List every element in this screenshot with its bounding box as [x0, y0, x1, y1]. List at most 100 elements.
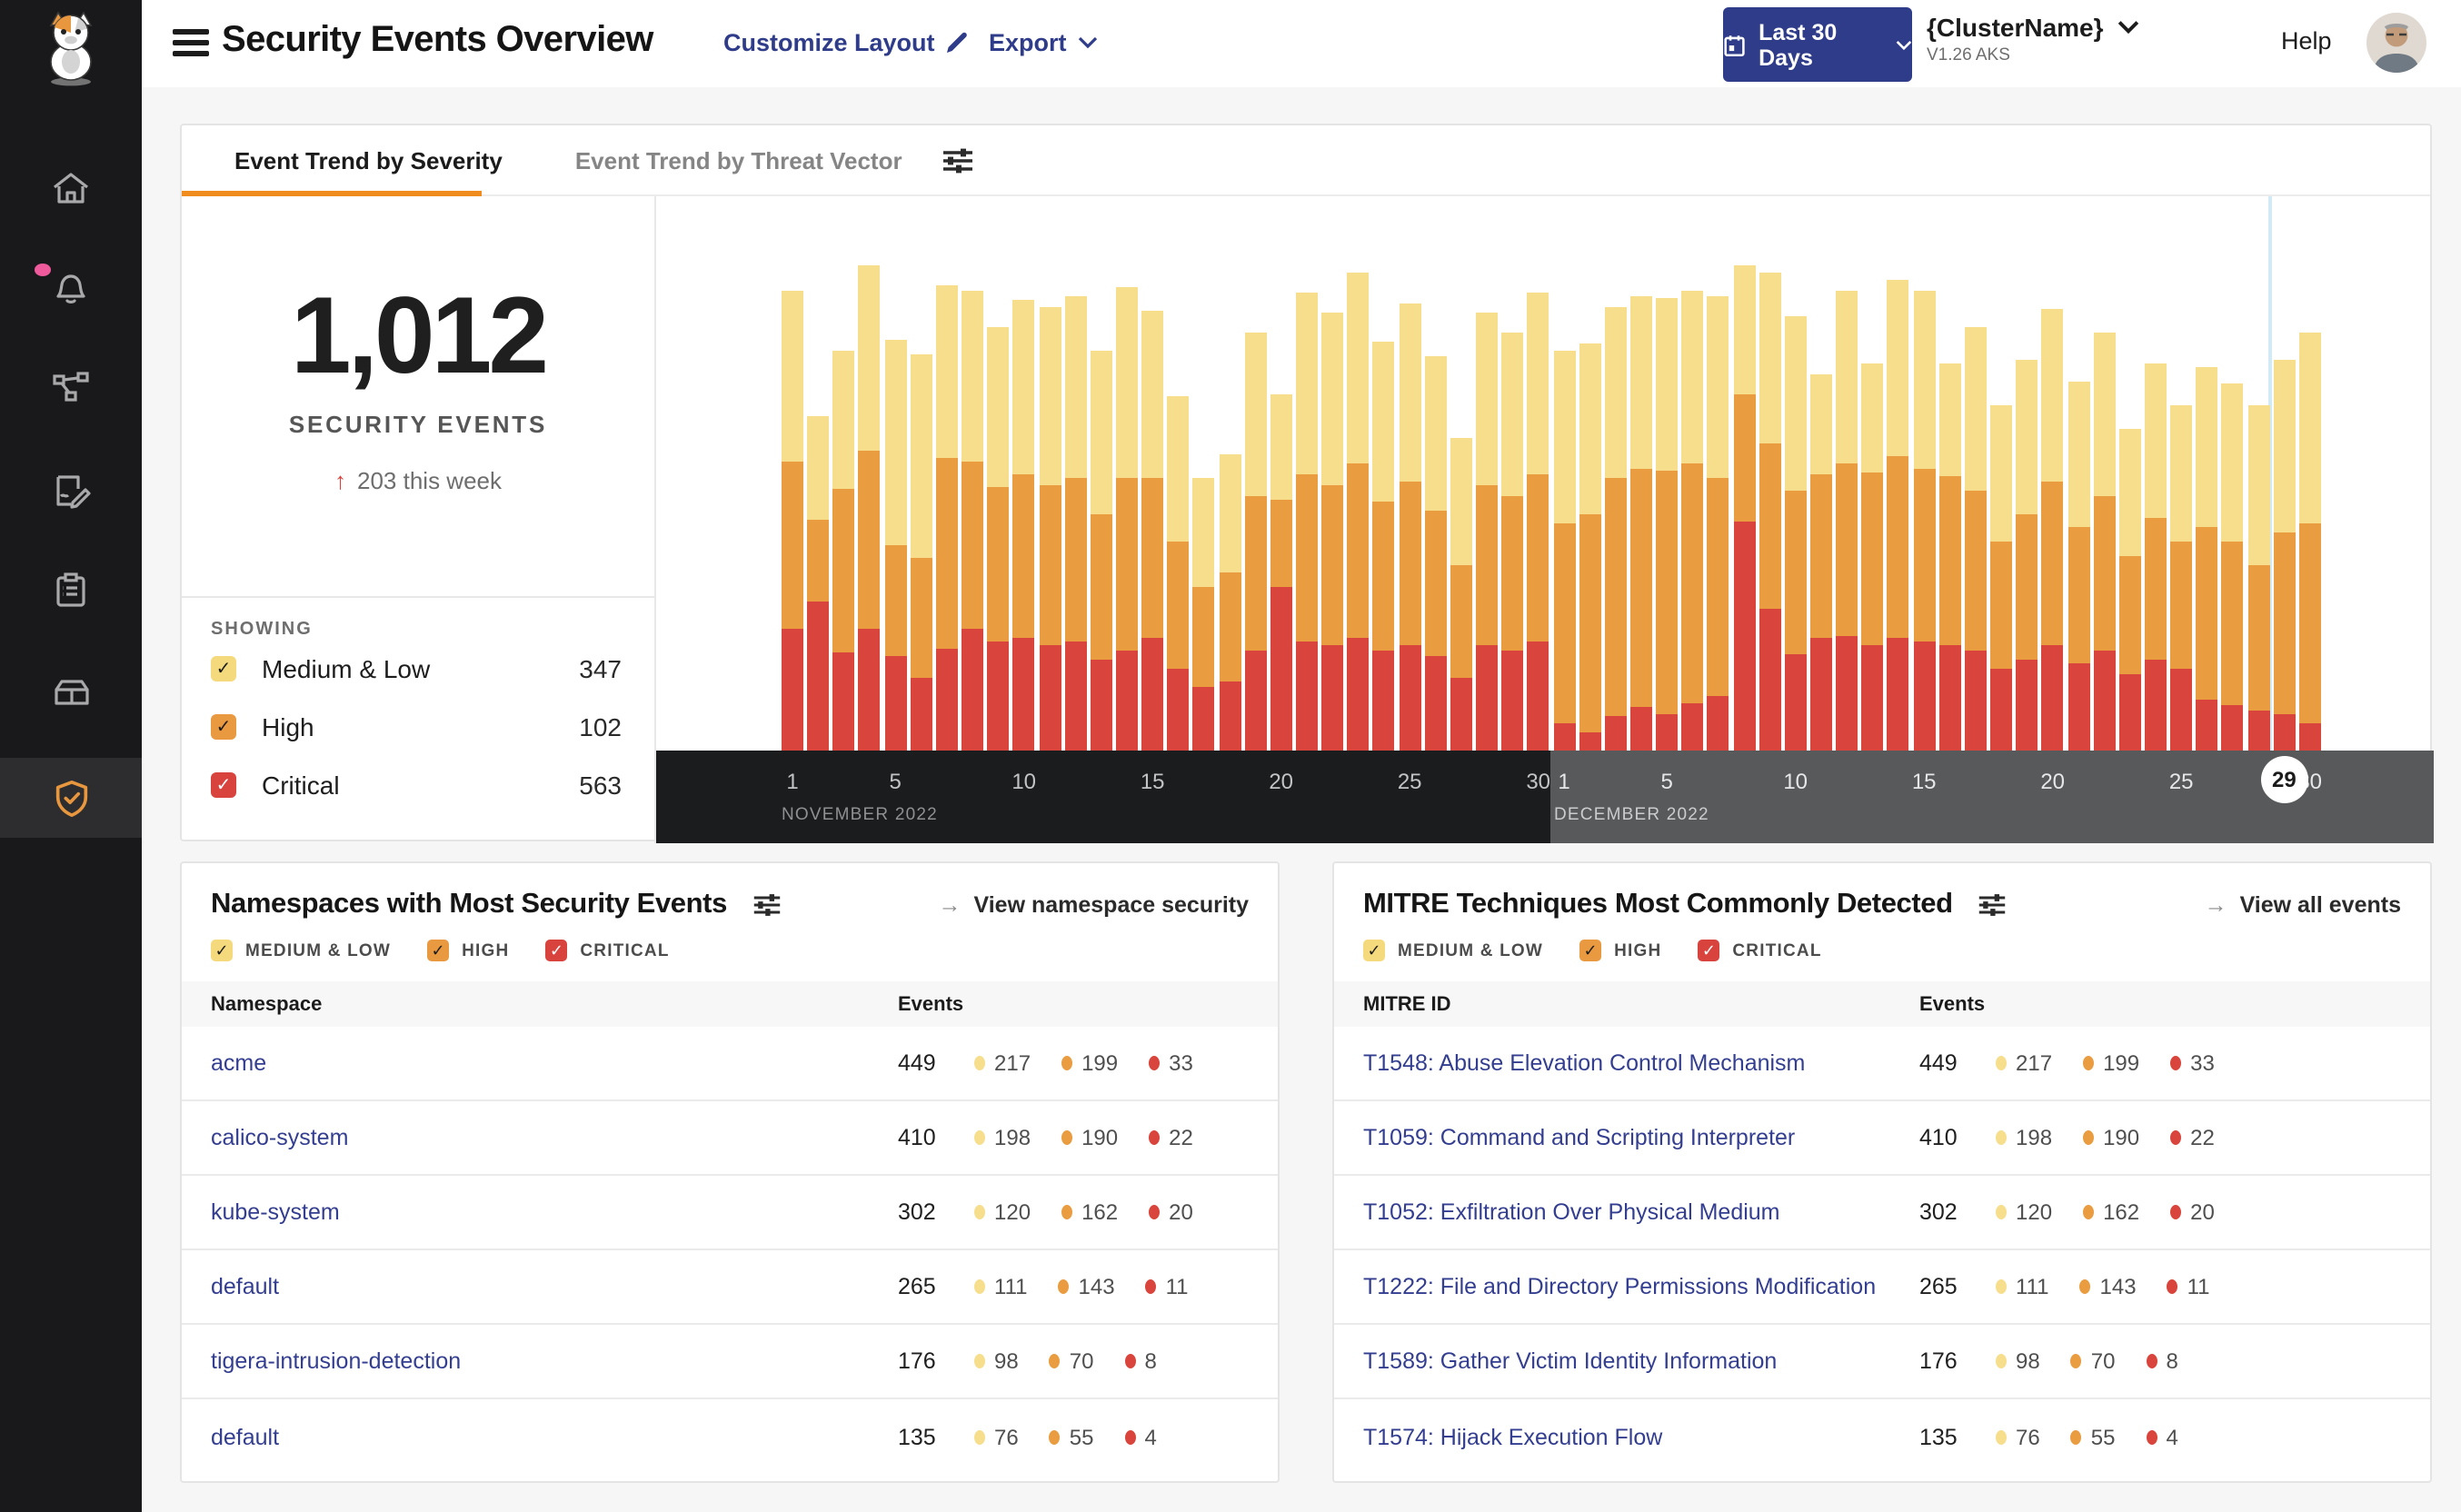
help-link[interactable]: Help: [2281, 27, 2332, 55]
chart-filter-sliders-icon[interactable]: [942, 146, 975, 174]
chart-bar[interactable]: [1270, 394, 1292, 751]
chart-bar[interactable]: [1501, 333, 1524, 751]
chart-bar[interactable]: [1964, 327, 1987, 751]
mitre-filter-sliders-icon[interactable]: [1978, 892, 2008, 918]
severity-checkbox[interactable]: ✓: [211, 656, 236, 681]
sidebar-item-service-graph[interactable]: [0, 353, 142, 425]
namespace-link[interactable]: default: [182, 1424, 279, 1449]
chart-bar[interactable]: [1913, 291, 1936, 751]
chart-bar[interactable]: [2247, 405, 2270, 751]
chart-bar[interactable]: [1450, 438, 1472, 751]
mitre-technique-link[interactable]: T1548: Abuse Elevation Control Mechanism: [1334, 1050, 1805, 1076]
view-all-events-link[interactable]: → View all events: [2205, 892, 2401, 918]
chart-bar[interactable]: [1887, 280, 1909, 751]
chart-bar[interactable]: [1604, 307, 1627, 751]
chart-bar[interactable]: [1399, 303, 1421, 751]
chart-bar[interactable]: [782, 291, 803, 751]
chart-bar[interactable]: [2144, 363, 2167, 751]
namespace-link[interactable]: calico-system: [182, 1125, 348, 1150]
chart-bar[interactable]: [1296, 293, 1318, 751]
chart-bar[interactable]: [2196, 367, 2218, 751]
cluster-selector[interactable]: {ClusterName} V1.26 AKS: [1927, 13, 2140, 65]
chart-bar[interactable]: [1990, 405, 2013, 751]
date-range-button[interactable]: Last 30 Days: [1723, 7, 1912, 82]
chart-bar[interactable]: [910, 354, 932, 751]
chart-bar[interactable]: [1707, 296, 1729, 751]
chart-bar[interactable]: [1321, 313, 1344, 751]
mitre-technique-link[interactable]: T1059: Command and Scripting Interpreter: [1334, 1125, 1795, 1150]
chart-bar[interactable]: [1219, 454, 1241, 751]
tab-event-trend-by-threat-vector[interactable]: Event Trend by Threat Vector: [575, 146, 902, 174]
chart-bar[interactable]: [1064, 296, 1087, 751]
chart-bar[interactable]: [884, 340, 907, 751]
severity-checkbox[interactable]: ✓: [545, 940, 568, 961]
calico-cat-logo[interactable]: [0, 11, 142, 87]
severity-checkbox[interactable]: ✓: [211, 940, 233, 961]
chart-bar[interactable]: [1039, 307, 1061, 751]
severity-checkbox[interactable]: ✓: [1363, 940, 1385, 961]
chart-bar[interactable]: [2170, 405, 2193, 751]
chart-bar[interactable]: [1629, 296, 1652, 751]
chart-bar[interactable]: [2118, 429, 2141, 751]
chart-bar[interactable]: [987, 327, 1010, 751]
chart-bar[interactable]: [1784, 316, 1807, 751]
sidebar-item-compliance[interactable]: [0, 554, 142, 627]
chart-bar[interactable]: [1759, 273, 1781, 751]
chart-bar[interactable]: [1938, 363, 1961, 751]
mitre-technique-link[interactable]: T1052: Exfiltration Over Physical Medium: [1334, 1199, 1780, 1225]
chart-bar[interactable]: [832, 351, 855, 751]
sidebar-item-home[interactable]: [0, 153, 142, 225]
chart-bar[interactable]: [858, 265, 881, 751]
sidebar-item-alerts[interactable]: [0, 251, 142, 323]
mitre-technique-link[interactable]: T1574: Hijack Execution Flow: [1334, 1424, 1662, 1449]
severity-checkbox[interactable]: ✓: [1698, 940, 1720, 961]
chart-bar[interactable]: [1656, 298, 1679, 751]
chart-bar[interactable]: [1347, 273, 1370, 751]
namespace-link[interactable]: kube-system: [182, 1199, 340, 1225]
mitre-technique-link[interactable]: T1589: Gather Victim Identity Informatio…: [1334, 1348, 1777, 1374]
chart-bar[interactable]: [807, 416, 830, 751]
sidebar-item-threat-defense[interactable]: [0, 758, 142, 838]
chart-bar[interactable]: [2093, 333, 2116, 751]
chart-bar[interactable]: [961, 291, 984, 751]
chart-bar[interactable]: [2273, 360, 2296, 751]
chart-bar[interactable]: [1553, 351, 1575, 751]
chart-bar[interactable]: [1681, 291, 1704, 751]
chart-bar[interactable]: [1733, 265, 1756, 751]
chart-bar[interactable]: [935, 285, 958, 751]
chart-bar[interactable]: [1012, 300, 1035, 751]
mitre-technique-link[interactable]: T1222: File and Directory Permissions Mo…: [1334, 1274, 1876, 1299]
namespaces-filter-sliders-icon[interactable]: [752, 892, 782, 918]
severity-checkbox[interactable]: ✓: [211, 772, 236, 798]
chart-bar[interactable]: [1115, 287, 1138, 751]
hamburger-menu-icon[interactable]: [173, 29, 209, 56]
chart-bar[interactable]: [1579, 343, 1601, 751]
chart-bar[interactable]: [1372, 342, 1395, 751]
chart-bar[interactable]: [1810, 374, 1832, 751]
view-namespace-security-link[interactable]: → View namespace security: [939, 892, 1250, 918]
chart-bar[interactable]: [1141, 311, 1164, 751]
tab-event-trend-by-severity[interactable]: Event Trend by Severity: [234, 146, 503, 174]
chart-bar[interactable]: [1167, 396, 1190, 751]
chart-bar[interactable]: [2221, 383, 2244, 751]
chart-bar[interactable]: [2041, 309, 2064, 751]
chart-bar[interactable]: [1424, 356, 1447, 751]
chart-bar[interactable]: [1836, 291, 1858, 751]
chart-bar[interactable]: [1244, 333, 1267, 751]
chart-bar[interactable]: [2067, 382, 2089, 751]
chart-bar[interactable]: [1861, 363, 1884, 751]
chart-bar[interactable]: [1527, 293, 1549, 751]
namespace-link[interactable]: default: [182, 1274, 279, 1299]
namespace-link[interactable]: acme: [182, 1050, 266, 1076]
chart-bar[interactable]: [2016, 360, 2038, 751]
selected-day-marker[interactable]: 29: [2260, 756, 2308, 803]
chart-bar[interactable]: [1192, 478, 1215, 751]
severity-checkbox[interactable]: ✓: [427, 940, 450, 961]
severity-checkbox[interactable]: ✓: [211, 714, 236, 740]
user-avatar[interactable]: [2366, 13, 2426, 73]
severity-checkbox[interactable]: ✓: [1579, 940, 1602, 961]
sidebar-item-policies[interactable]: [0, 454, 142, 527]
sidebar-item-image-assurance[interactable]: [0, 654, 142, 727]
namespace-link[interactable]: tigera-intrusion-detection: [182, 1348, 461, 1374]
customize-layout-button[interactable]: Customize Layout: [723, 29, 970, 56]
